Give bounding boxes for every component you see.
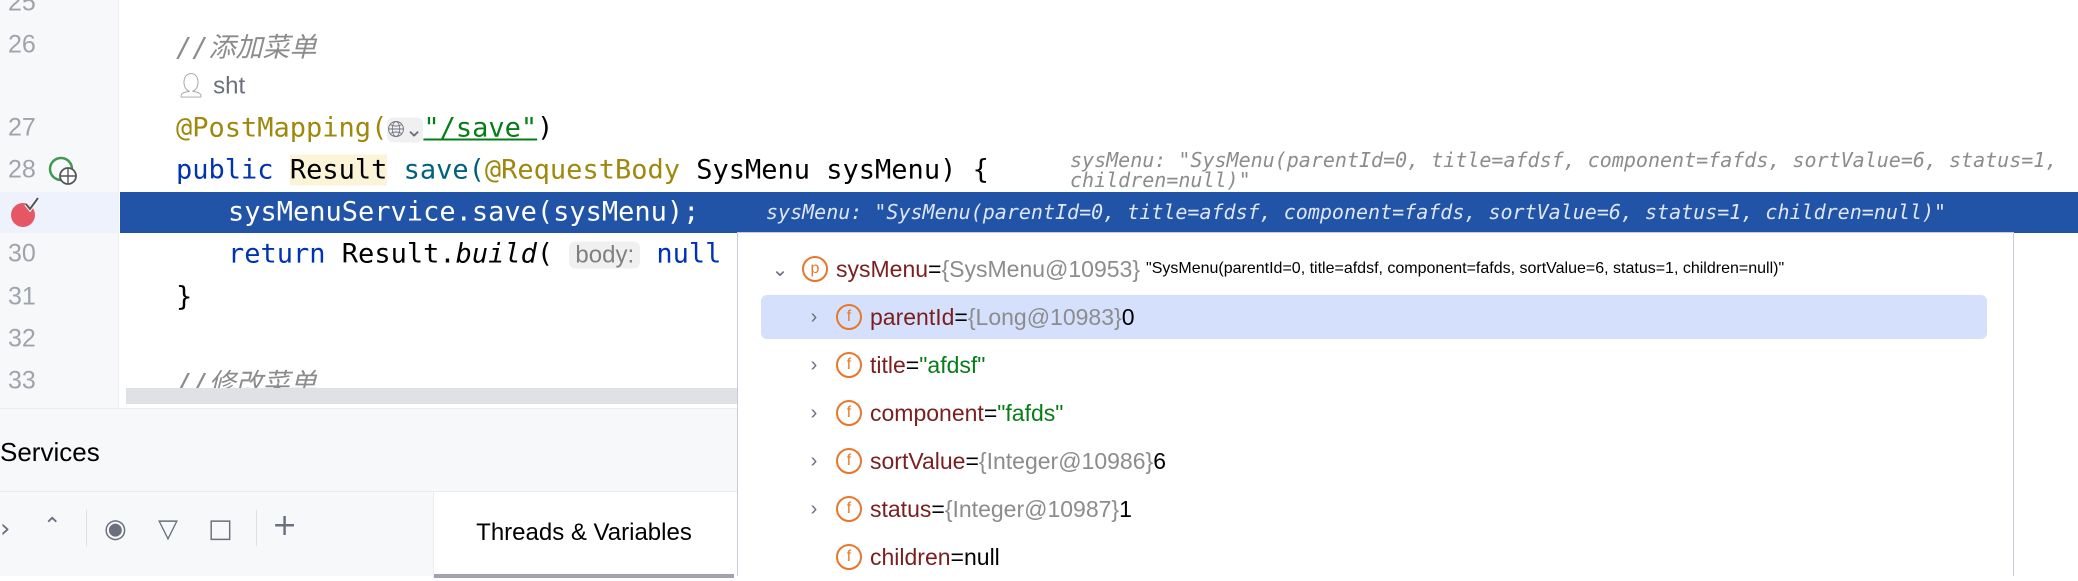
equals: = (954, 303, 968, 330)
line-number: 33 (8, 366, 36, 395)
panel-title: Services (0, 437, 100, 467)
field-icon: f (836, 400, 862, 426)
keyword: null (640, 238, 722, 270)
author-name: sht (213, 72, 246, 100)
add-frame-icon[interactable]: □ (208, 514, 233, 544)
field-icon: f (836, 304, 862, 330)
var-value: "fafds" (997, 399, 1064, 426)
line-number: 31 (8, 282, 36, 311)
chevron-down-icon[interactable]: ⌄ (768, 257, 792, 282)
line-number: 32 (8, 324, 36, 353)
toolbar-divider (256, 510, 257, 546)
code-line-29: sysMenuService.save(sysMenu); (228, 196, 700, 228)
filter-icon[interactable]: ▽ (158, 514, 178, 544)
equals: = (905, 351, 920, 378)
keyword: public (176, 154, 274, 186)
var-name: sortValue (870, 447, 966, 474)
paren: ( (536, 238, 554, 270)
equals: = (928, 255, 942, 282)
expand-icon[interactable]: › (0, 514, 10, 544)
http-method-globe-icon[interactable]: 🌐︎⌄ (387, 117, 424, 143)
var-ref: {Integer@10986} (978, 447, 1154, 474)
method-name: save( (403, 154, 485, 186)
eye-icon[interactable]: ◉ (104, 514, 127, 544)
paren: ) (537, 112, 554, 144)
tree-row-field[interactable]: › f title = "afdsf" (738, 341, 2013, 389)
mapping-path-link[interactable]: "/save" (423, 113, 537, 144)
field-icon: f (836, 496, 862, 522)
var-name: children (870, 543, 951, 570)
code-line-31: } (176, 281, 193, 313)
collapse-all-icon[interactable]: ⌃ (43, 514, 61, 539)
parameter-hint: body: (569, 241, 641, 269)
var-value: "afdsf" (919, 351, 986, 378)
tree-row-sysMenu[interactable]: ⌄ p sysMenu = {SysMenu@10953} "SysMenu(p… (738, 245, 2013, 293)
field-icon: f (836, 544, 862, 570)
tab-threads-variables[interactable]: Threads & Variables (434, 492, 734, 578)
inline-value-hint: sysMenu: "SysMenu(parentId=0, title=afds… (1070, 148, 2058, 192)
keyword: return (228, 238, 326, 270)
user-icon: 👤︎ (176, 72, 207, 100)
chevron-right-icon[interactable]: › (802, 450, 826, 473)
var-value: 1 (1119, 495, 1132, 522)
inline-value-hint: sysMenu: "SysMenu(parentId=0, title=afds… (766, 200, 1947, 224)
line-number: 26 (8, 30, 36, 59)
equals: = (950, 543, 964, 570)
var-name: title (870, 351, 906, 378)
annotation: @RequestBody (484, 154, 680, 186)
var-ref: {SysMenu@10953} (941, 255, 1141, 282)
line-number: 30 (8, 239, 36, 268)
method-name: build (455, 238, 537, 270)
tree-row-field[interactable]: › f sortValue = {Integer@10986} 6 (738, 437, 2013, 485)
line-number: 28 (8, 155, 36, 184)
parameter-icon: p (802, 256, 828, 282)
add-icon[interactable]: + (272, 508, 297, 543)
breakpoint-icon[interactable] (8, 196, 42, 230)
var-name: component (870, 399, 984, 426)
horizontal-scrollbar[interactable] (126, 388, 738, 404)
endpoint-globe-icon[interactable] (48, 156, 78, 186)
var-value: null (963, 543, 1000, 570)
var-ref: {Long@10983} (967, 303, 1122, 330)
variable-inspection-popup[interactable]: ⌄ p sysMenu = {SysMenu@10953} "SysMenu(p… (737, 232, 2014, 576)
chevron-right-icon[interactable]: › (802, 498, 826, 521)
field-icon: f (836, 352, 862, 378)
code-line-27: @PostMapping(🌐︎⌄"/save") (176, 113, 553, 144)
equals: = (983, 399, 998, 426)
chevron-right-icon[interactable]: › (802, 306, 826, 329)
equals: = (931, 495, 945, 522)
var-ref: {Integer@10987} (944, 495, 1120, 522)
var-name: sysMenu (836, 255, 929, 282)
comment: //添加菜单 (176, 32, 317, 64)
tree-row-field[interactable]: › f status = {Integer@10987} 1 (738, 485, 2013, 533)
var-value: 6 (1153, 447, 1166, 474)
toolbar-divider (86, 510, 87, 546)
line-number: 27 (8, 113, 36, 142)
var-name: status (870, 495, 932, 522)
field-icon: f (836, 448, 862, 474)
tree-row-field[interactable]: › f component = "fafds" (738, 389, 2013, 437)
tree-row-field[interactable]: f children = null (738, 533, 2013, 581)
chevron-right-icon[interactable]: › (802, 402, 826, 425)
services-toolbar: › ⌃ ◉ ▽ □ + Threads & Variables (0, 491, 737, 578)
equals: = (965, 447, 979, 474)
params: SysMenu sysMenu) { (679, 154, 989, 186)
chevron-right-icon[interactable]: › (802, 354, 826, 377)
services-panel: Services › ⌃ ◉ ▽ □ + Threads & Variables (0, 408, 737, 578)
code-line-30: return Result.build( body: null (228, 239, 721, 270)
type: Result (289, 154, 388, 186)
code-line-28: public Result save(@RequestBody SysMenu … (176, 154, 989, 186)
tree-row-field[interactable]: › f parentId = {Long@10983} 0 (738, 293, 2013, 341)
var-value: 0 (1121, 303, 1135, 330)
var-value: "SysMenu(parentId=0, title=afdsf, compon… (1146, 260, 1785, 277)
line-number: 25 (8, 0, 36, 17)
author-hint[interactable]: 👤︎ sht (176, 72, 245, 101)
debug-tabs: Threads & Variables (433, 492, 737, 578)
annotation: @PostMapping( (176, 112, 388, 144)
call: Result. (325, 238, 456, 270)
var-name: parentId (870, 303, 955, 330)
